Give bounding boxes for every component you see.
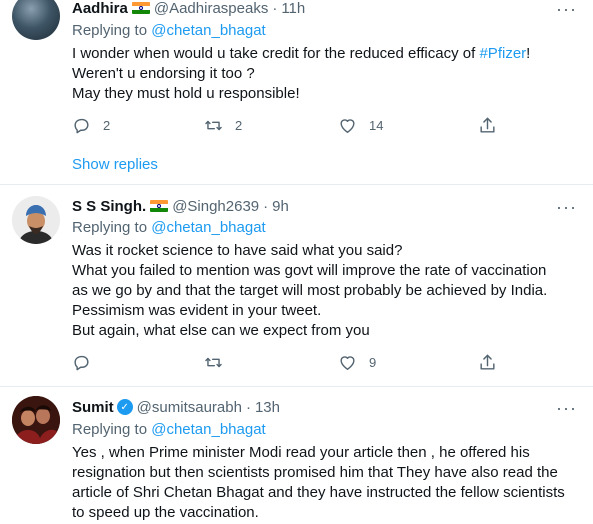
action-bar: 9 (72, 353, 512, 373)
heart-icon (340, 356, 355, 370)
replying-to: Replying to @chetan_bhagat (72, 219, 266, 236)
action-bar: 2 2 14 (72, 116, 512, 136)
tweet-line: Weren't u endorsing it too ? (72, 65, 255, 82)
user-handle[interactable]: @Aadhiraspeaks (154, 0, 268, 17)
timestamp[interactable]: 9h (272, 198, 289, 215)
replying-to-label: Replying to (72, 22, 148, 39)
tweet-text: I wonder when would u take credit for th… (72, 44, 530, 104)
reply-count: 2 (103, 118, 111, 133)
separator-dot: · (272, 0, 278, 17)
divider (0, 184, 593, 185)
timestamp[interactable]: 11h (281, 0, 305, 17)
display-name[interactable]: Sumit (72, 399, 114, 416)
tweet-line: article of Shri Chetan Bhagat and they h… (72, 484, 565, 501)
tweet-line-suffix: ! (526, 45, 531, 62)
avatar[interactable] (12, 0, 60, 40)
avatar-image (12, 396, 60, 444)
like-count: 9 (369, 355, 377, 370)
reply-button[interactable] (72, 353, 103, 372)
share-icon (480, 117, 495, 133)
mention-link[interactable]: @chetan_bhagat (151, 219, 266, 236)
tweet-line: May they must hold u responsible! (72, 85, 300, 102)
india-flag-icon (131, 2, 150, 14)
avatar[interactable] (12, 396, 60, 444)
tweet-line: But again, what else can we expect from … (72, 322, 370, 339)
user-handle[interactable]: @sumitsaurabh (137, 399, 242, 416)
tweet-line: Yes , when Prime minister Modi read your… (72, 444, 530, 461)
tweet-line: Was it rocket science to have said what … (72, 242, 403, 259)
hashtag-link[interactable]: #Pfizer (479, 45, 526, 62)
reply-icon (74, 355, 89, 371)
tweet-header: S S Singh. @Singh2639 · 9h (72, 196, 289, 216)
like-count: 14 (369, 118, 384, 133)
reply-icon (74, 118, 89, 134)
like-button[interactable]: 9 (338, 353, 376, 372)
replying-to-label: Replying to (72, 421, 148, 438)
verified-badge-icon: ✓ (116, 399, 133, 415)
tweet-line: to speed up the vaccination. (72, 504, 259, 521)
tweet-header: Sumit ✓ @sumitsaurabh · 13h (72, 397, 280, 417)
india-flag-icon (150, 200, 169, 212)
retweet-count: 2 (235, 118, 243, 133)
show-replies-link[interactable]: Show replies (72, 156, 158, 173)
retweet-button[interactable]: 2 (204, 116, 242, 135)
retweet-button[interactable] (204, 353, 235, 372)
more-options-icon[interactable]: ··· (556, 198, 577, 216)
share-button[interactable] (478, 116, 497, 135)
avatar-image (12, 196, 60, 244)
retweet-icon (205, 357, 222, 368)
share-icon (480, 354, 495, 370)
tweet-line: as we go by and that the target will mos… (72, 282, 548, 299)
replying-to-label: Replying to (72, 219, 148, 236)
user-handle[interactable]: @Singh2639 (172, 198, 259, 215)
tweet-header: Aadhira @Aadhiraspeaks · 11h (72, 0, 305, 18)
replying-to: Replying to @chetan_bhagat (72, 22, 266, 39)
more-options-icon[interactable]: ··· (556, 0, 577, 18)
divider (0, 386, 593, 387)
like-button[interactable]: 14 (338, 116, 383, 135)
tweet-text: Yes , when Prime minister Modi read your… (72, 443, 565, 523)
avatar[interactable] (12, 196, 60, 244)
separator-dot: · (263, 197, 269, 215)
mention-link[interactable]: @chetan_bhagat (151, 421, 266, 438)
heart-icon (340, 119, 355, 133)
tweet-line: Pessimism was evident in your tweet. (72, 302, 322, 319)
mention-link[interactable]: @chetan_bhagat (151, 22, 266, 39)
tweet-line: I wonder when would u take credit for th… (72, 45, 480, 62)
display-name[interactable]: Aadhira (72, 0, 128, 17)
share-button[interactable] (478, 353, 497, 372)
more-options-icon[interactable]: ··· (556, 399, 577, 417)
tweet-line: resignation but then scientists promised… (72, 464, 558, 481)
display-name[interactable]: S S Singh. (72, 198, 146, 215)
separator-dot: · (245, 398, 251, 416)
timestamp[interactable]: 13h (255, 399, 280, 416)
reply-button[interactable]: 2 (72, 116, 110, 135)
tweet-text: Was it rocket science to have said what … (72, 241, 547, 341)
tweet-line: What you failed to mention was govt will… (72, 262, 547, 279)
replying-to: Replying to @chetan_bhagat (72, 421, 266, 438)
retweet-icon (205, 120, 222, 131)
